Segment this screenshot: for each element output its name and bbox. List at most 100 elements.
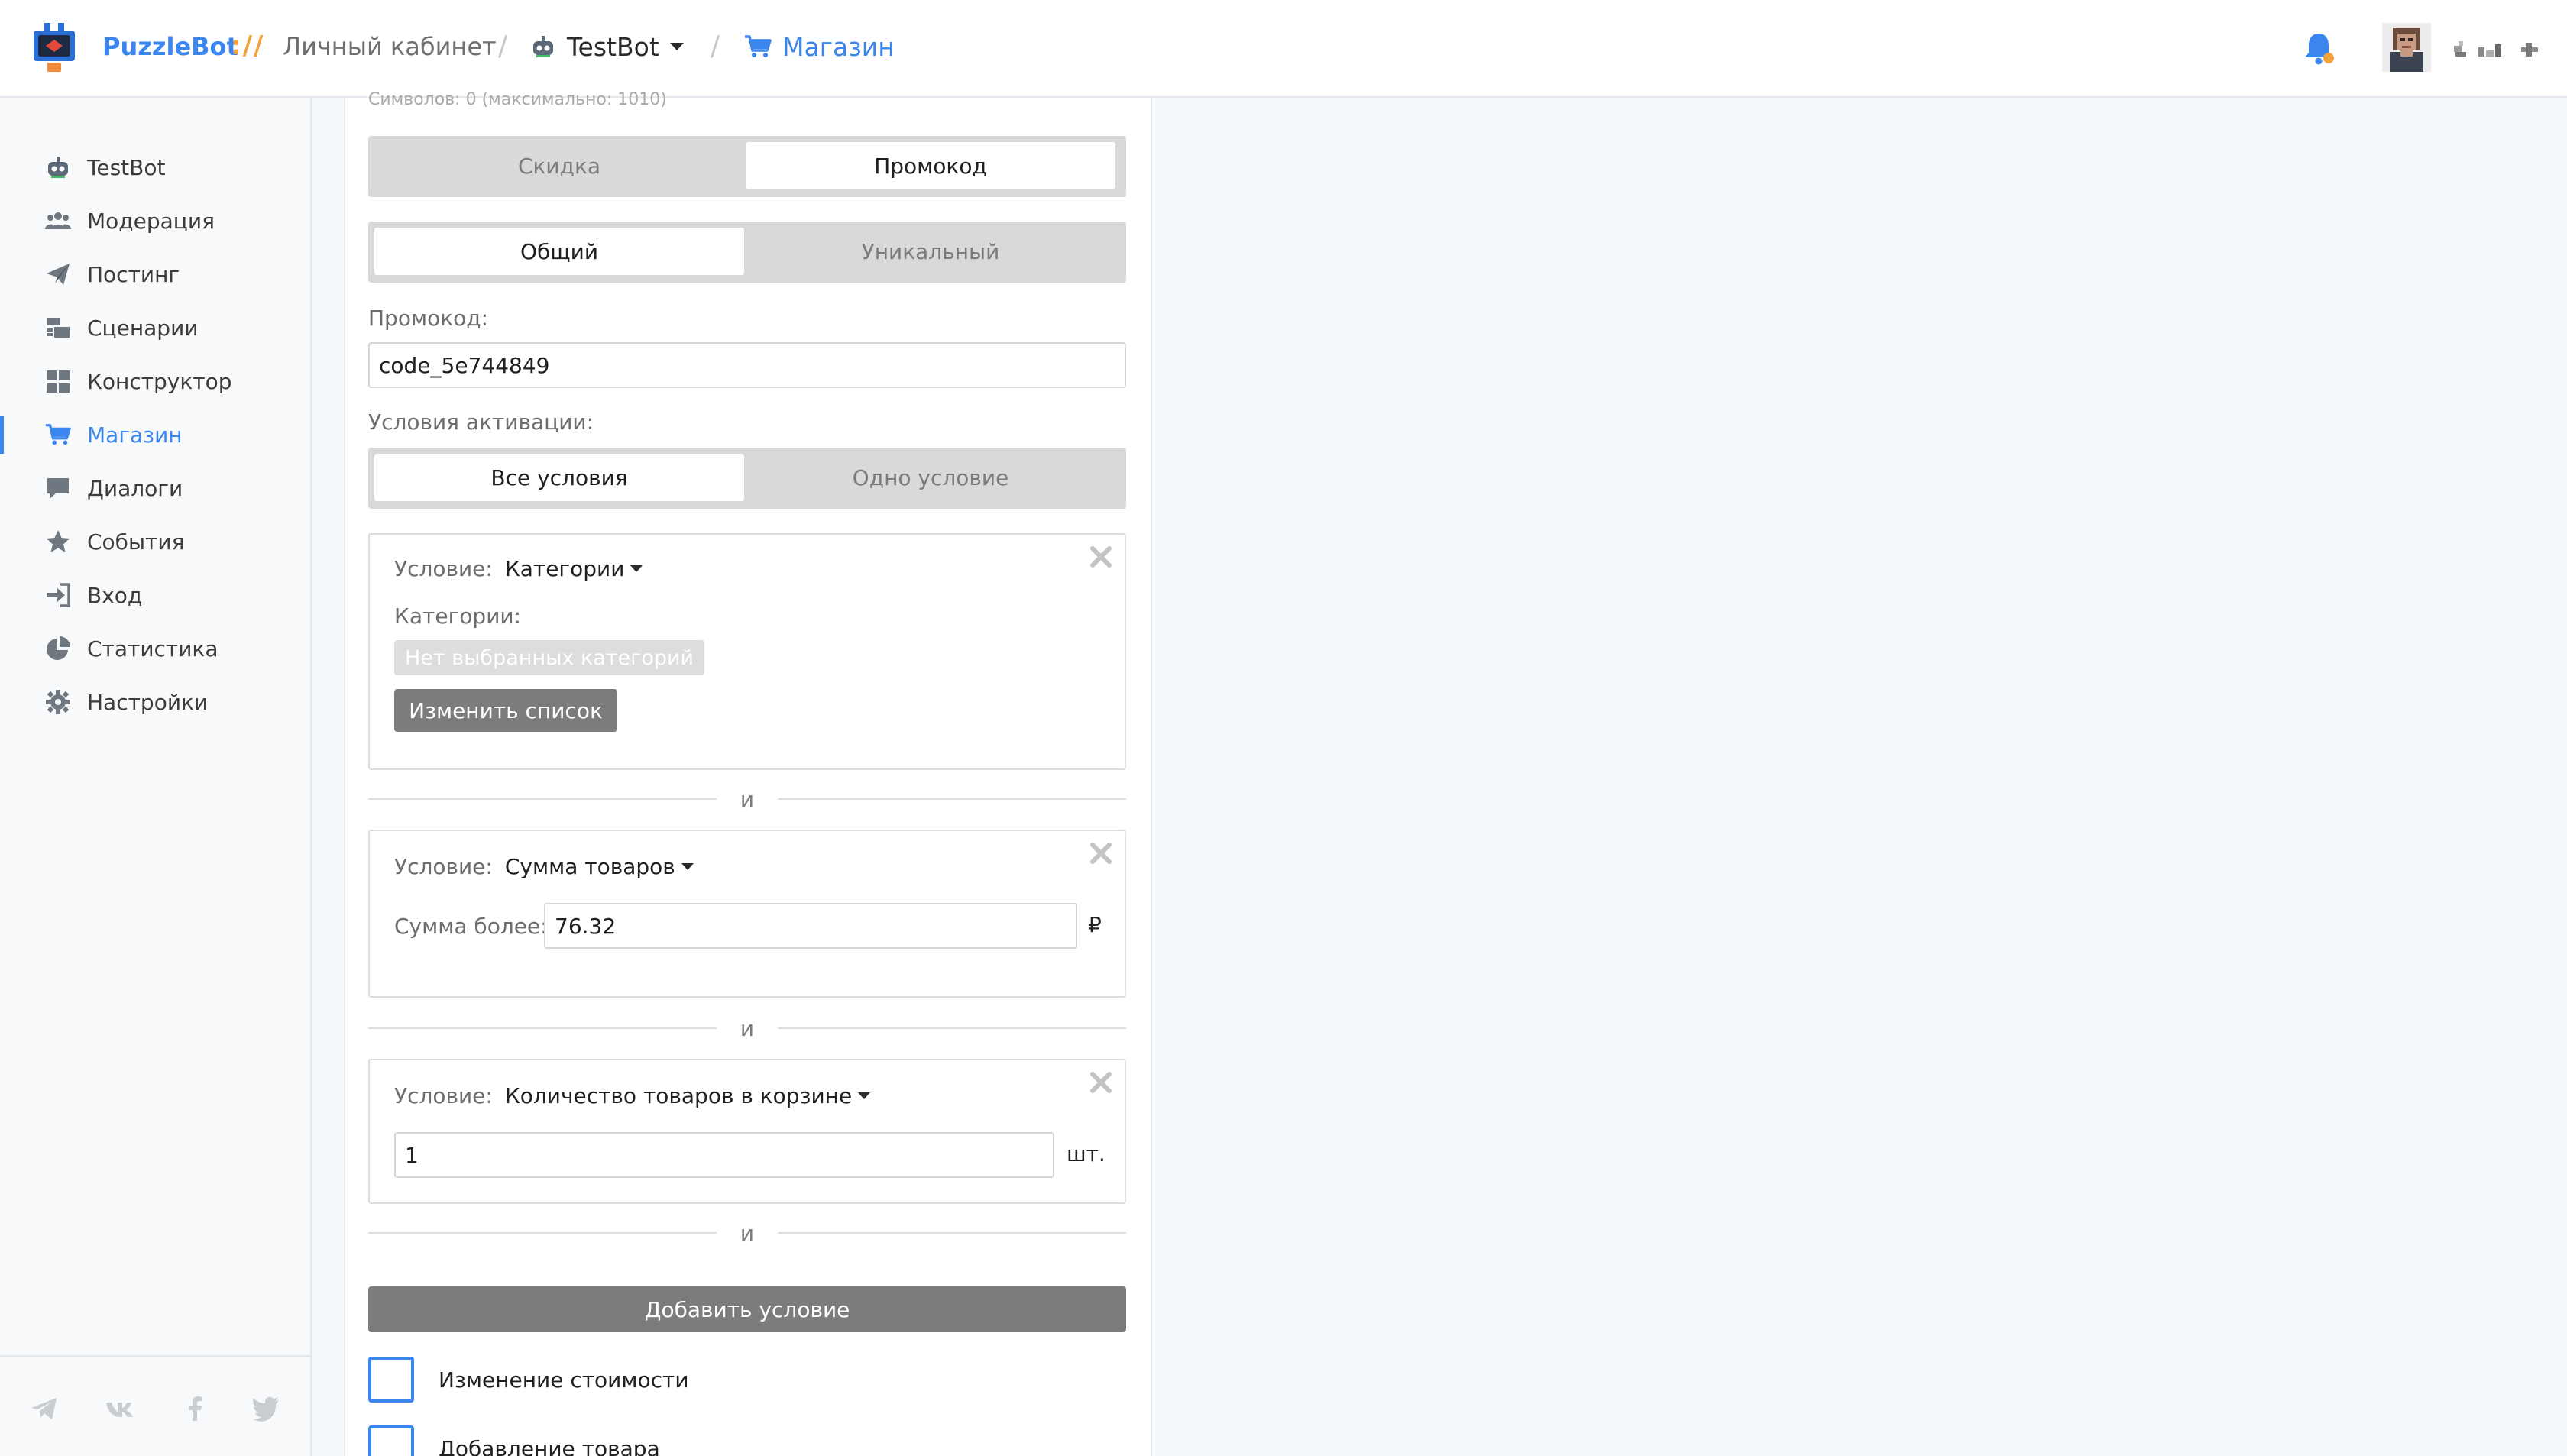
grid-icon (44, 367, 72, 395)
sidebar-item-label: Постинг (87, 261, 180, 287)
breadcrumb-bot-selector[interactable]: TestBot (530, 28, 684, 66)
condition-type-select[interactable]: Категории (505, 556, 643, 581)
price-change-label: Изменение стоимости (439, 1367, 689, 1393)
pieces-unit: шт. (1067, 1141, 1105, 1166)
telegram-icon[interactable] (29, 1393, 60, 1424)
breadcrumb-divider: / (498, 31, 508, 62)
brand-separator: :// (231, 31, 265, 61)
edit-categories-button[interactable]: Изменить список (394, 689, 617, 732)
vk-icon[interactable] (105, 1393, 136, 1424)
promo-code-input[interactable] (368, 342, 1126, 388)
chevron-down-icon (858, 1092, 871, 1099)
tab-promo[interactable]: Промокод (746, 142, 1115, 189)
sidebar-item-constructor[interactable]: Конструктор (0, 354, 310, 408)
sidebar-item-label: Модерация (87, 208, 215, 234)
sidebar-item-moderation[interactable]: Модерация (0, 194, 310, 248)
activation-conditions-label: Условия активации: (368, 409, 594, 435)
sidebar-item-statistics[interactable]: Статистика (0, 622, 310, 675)
sidebar-item-label: Сценарии (87, 315, 199, 341)
sidebar-nav: TestBot Модерация Постинг Сценарии Конст… (0, 141, 310, 729)
categories-label: Категории: (394, 603, 533, 629)
and-divider-label: и (740, 1221, 755, 1246)
breadcrumb-shop[interactable]: Магазин (744, 28, 895, 66)
sidebar-item-shop[interactable]: Магазин (0, 408, 310, 461)
bell-icon[interactable] (2301, 29, 2336, 67)
promo-scope-toggle: Общий Уникальный (368, 222, 1126, 283)
sidebar-item-label: Магазин (87, 422, 183, 448)
tab-common[interactable]: Общий (374, 228, 744, 275)
chevron-down-icon (681, 863, 694, 870)
sidebar-item-scenarios[interactable]: Сценарии (0, 301, 310, 354)
sidebar-item-dialogs[interactable]: Диалоги (0, 461, 310, 515)
condition-type-select[interactable]: Сумма товаров (505, 854, 694, 879)
gear-icon (44, 688, 72, 716)
categories-label-text: Категории: (394, 603, 522, 629)
condition-type-row: Условие: Количество товаров в корзине (394, 1083, 871, 1108)
condition-card-categories: Условие: Категории Категории: Нет выбран… (368, 533, 1126, 770)
condition-label: Условие: (394, 1083, 493, 1108)
cart-icon (44, 421, 72, 448)
paper-plane-icon (44, 260, 72, 288)
tab-one-condition[interactable]: Одно условие (746, 454, 1115, 501)
puzzlebot-logo-icon[interactable] (29, 20, 79, 75)
and-divider: и (368, 1013, 1126, 1043)
user-menu-icon[interactable] (2452, 40, 2541, 60)
no-categories-tag: Нет выбранных категорий (394, 640, 705, 675)
condition-type-value: Количество товаров в корзине (504, 1083, 853, 1108)
twitter-icon[interactable] (251, 1393, 281, 1424)
promo-code-label: Промокод: (368, 306, 489, 331)
top-bar: PuzzleBot :// Личный кабинет / TestBot /… (0, 0, 2567, 98)
add-product-label: Добавление товара (439, 1435, 660, 1456)
sidebar-item-label: TestBot (87, 154, 166, 180)
condition-card-quantity: Условие: Количество товаров в корзине шт… (368, 1059, 1126, 1204)
sidebar-item-label: Вход (87, 582, 143, 608)
pie-chart-icon (44, 635, 72, 662)
close-icon[interactable] (1088, 840, 1114, 866)
condition-label: Условие: (394, 556, 493, 581)
breadcrumb-cabinet[interactable]: Личный кабинет (283, 32, 497, 61)
scenarios-icon (44, 314, 72, 341)
activation-mode-toggle: Все условия Одно условие (368, 448, 1126, 509)
sidebar-item-settings[interactable]: Настройки (0, 675, 310, 729)
add-product-checkbox[interactable] (368, 1425, 414, 1456)
discount-type-toggle: Скидка Промокод (368, 136, 1126, 197)
sum-more-input[interactable] (544, 903, 1077, 949)
sidebar-item-label: Диалоги (87, 475, 183, 501)
bot-icon (533, 36, 553, 57)
promo-form-panel (344, 98, 1152, 1456)
and-divider: и (368, 784, 1126, 814)
breadcrumb-shop-label: Магазин (782, 31, 895, 62)
tab-all-conditions[interactable]: Все условия (374, 454, 744, 501)
brand-name[interactable]: PuzzleBot (102, 32, 238, 61)
users-icon (44, 207, 72, 235)
star-icon (44, 528, 72, 555)
condition-type-select[interactable]: Количество товаров в корзине (504, 1083, 871, 1108)
close-icon[interactable] (1088, 1069, 1114, 1095)
sidebar-item-posting[interactable]: Постинг (0, 248, 310, 301)
close-icon[interactable] (1088, 544, 1114, 570)
sidebar: TestBot Модерация Постинг Сценарии Конст… (0, 98, 312, 1456)
price-change-option: Изменение стоимости (368, 1357, 689, 1403)
add-condition-button[interactable]: Добавить условие (368, 1286, 1126, 1332)
tab-unique[interactable]: Уникальный (746, 228, 1115, 275)
bot-icon (44, 154, 72, 181)
sidebar-item-testbot[interactable]: TestBot (0, 141, 310, 194)
sidebar-item-login[interactable]: Вход (0, 568, 310, 622)
quantity-input[interactable] (394, 1132, 1054, 1178)
ruble-unit: ₽ (1088, 912, 1102, 937)
user-avatar[interactable] (2382, 23, 2431, 72)
sidebar-item-label: Настройки (87, 689, 209, 715)
and-divider-label: и (740, 787, 755, 812)
tab-discount[interactable]: Скидка (374, 142, 744, 189)
sidebar-item-label: События (87, 529, 185, 555)
facebook-icon[interactable] (180, 1393, 211, 1424)
sidebar-item-label: Статистика (87, 636, 219, 662)
add-product-option: Добавление товара (368, 1425, 660, 1456)
condition-label: Условие: (394, 854, 493, 879)
condition-type-row: Условие: Сумма товаров (394, 854, 694, 879)
breadcrumb-bot-name: TestBot (567, 31, 659, 62)
condition-card-sum: Условие: Сумма товаров Сумма более: ₽ (368, 830, 1126, 998)
sidebar-item-events[interactable]: События (0, 515, 310, 568)
price-change-checkbox[interactable] (368, 1357, 414, 1403)
condition-type-row: Условие: Категории (394, 556, 643, 581)
